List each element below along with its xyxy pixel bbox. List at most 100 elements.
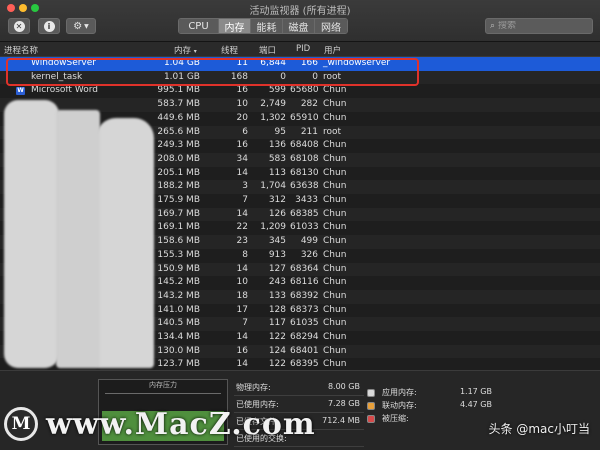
user-cell: Chun [323,332,347,342]
stat-value: 1.17 GB [459,387,492,396]
memory-pressure-label: 内存压力 [149,381,177,389]
column-header-name[interactable]: 进程名称 [4,44,38,56]
user-cell: Chun [323,277,347,288]
ports-cell: 583 [268,153,286,164]
stat-physical-memory: 物理内存: 8.00 GB [234,379,364,396]
memory-cell: 208.0 MB [157,153,200,164]
table-row[interactable]: W Microsoft Word 995.1 MB 16 599 65680 Chun [0,84,600,98]
ports-cell: 133 [268,290,286,301]
user-cell: Chun [323,85,347,96]
pid-cell: 61035 [290,318,319,329]
user-cell: Chun [323,345,347,356]
close-process-icon: ✕ [13,20,25,32]
action-menu-button[interactable]: ⚙ ▼ [66,18,96,34]
stat-value: 4.47 GB [459,400,492,409]
stat-value: 7.28 GB [327,399,360,408]
memory-cell: 141.0 MB [157,304,200,315]
threads-cell: 16 [236,140,248,151]
user-cell: Chun [323,112,347,123]
user-cell: Chun [323,236,347,247]
memory-cell: 145.2 MB [157,277,200,288]
ports-cell: 128 [268,304,286,315]
pid-cell: 65910 [290,112,319,123]
sort-descending-icon: ▾ [193,48,197,55]
info-icon: i [43,20,55,32]
threads-cell: 22 [236,222,248,233]
column-header-ports[interactable]: 端口 [259,44,276,56]
stat-label: 被压缩: [382,414,409,423]
inspect-process-button[interactable]: i [38,18,60,34]
category-tabs: CPU 内存 能耗 磁盘 网络 [178,18,348,34]
memory-cell: 995.1 MB [157,85,200,96]
memory-cell: 449.6 MB [157,112,200,123]
memory-cell: 205.1 MB [157,167,200,178]
memory-cell: 155.3 MB [157,249,200,260]
memory-cell: 583.7 MB [157,99,200,110]
user-cell: Chun [323,181,347,192]
redaction-blur [96,118,154,368]
tab-memory[interactable]: 内存 [219,19,251,33]
memory-cell: 140.5 MB [157,318,200,329]
threads-cell: 8 [242,249,248,260]
pid-cell: 68373 [290,304,319,315]
user-cell: Chun [323,318,347,329]
column-header-user[interactable]: 用户 [324,44,341,56]
stat-value: 8.00 GB [327,382,360,391]
stat-label: 联动内存: [382,401,417,410]
ports-cell: 117 [268,318,286,329]
stop-process-button[interactable]: ✕ [8,18,30,34]
ports-cell: 345 [268,236,286,247]
ports-cell: 2,749 [260,99,286,110]
threads-cell: 6 [242,126,248,137]
tab-energy[interactable]: 能耗 [251,19,283,33]
pid-cell: 68130 [290,167,319,178]
tab-disk[interactable]: 磁盘 [283,19,315,33]
threads-cell: 14 [236,208,248,219]
pid-cell: 3433 [295,195,318,205]
pid-cell: 68116 [290,277,319,288]
user-cell: Chun [323,153,347,164]
ports-cell: 913 [268,249,286,260]
ports-cell: 312 [268,195,286,205]
ports-cell: 122 [268,359,286,368]
ports-cell: 1,209 [260,222,286,233]
ports-cell: 1,704 [260,181,286,192]
column-header-pid[interactable]: PID [296,44,310,54]
threads-cell: 7 [242,318,248,329]
ports-cell: 127 [268,263,286,274]
word-app-icon: W [16,87,25,96]
ports-cell: 1,302 [260,112,286,123]
threads-cell: 14 [236,167,248,178]
column-header-threads[interactable]: 线程 [221,44,238,56]
search-field[interactable]: ⌕ [485,18,593,34]
threads-cell: 14 [236,359,248,368]
pid-cell: 63638 [290,181,319,192]
stat-label: 物理内存: [236,383,271,392]
column-header-memory[interactable]: 内存 ▾ [174,44,197,56]
threads-cell: 7 [242,195,248,205]
pid-cell: 499 [300,236,318,247]
user-cell: Chun [323,99,347,110]
ports-cell: 113 [268,167,286,178]
search-input[interactable] [498,21,579,31]
ports-cell: 124 [268,345,286,356]
pid-cell: 65680 [290,85,319,96]
tab-cpu[interactable]: CPU [179,19,219,33]
redaction-blur [4,100,59,368]
app-memory-swatch [367,389,375,397]
threads-cell: 10 [236,99,248,110]
user-cell: Chun [323,290,347,301]
threads-cell: 17 [236,304,248,315]
stat-compressed: 被压缩: [382,413,492,426]
memory-cell: 265.6 MB [157,126,200,137]
redaction-blur [56,110,100,368]
threads-cell: 23 [236,236,248,247]
pid-cell: 68401 [290,345,319,356]
stat-label: 应用内存: [382,388,417,397]
memory-cell: 158.6 MB [157,236,200,247]
tab-network[interactable]: 网络 [315,19,347,33]
credit-text: 头条 @mac小叮当 [488,422,590,436]
stat-app-memory: 应用内存: 1.17 GB [382,387,492,400]
memory-cell: 175.9 MB [157,195,200,205]
toolbar: 活动监视器 (所有进程) ✕ i ⚙ ▼ CPU 内存 能耗 磁盘 网络 ⌕ [0,0,600,42]
